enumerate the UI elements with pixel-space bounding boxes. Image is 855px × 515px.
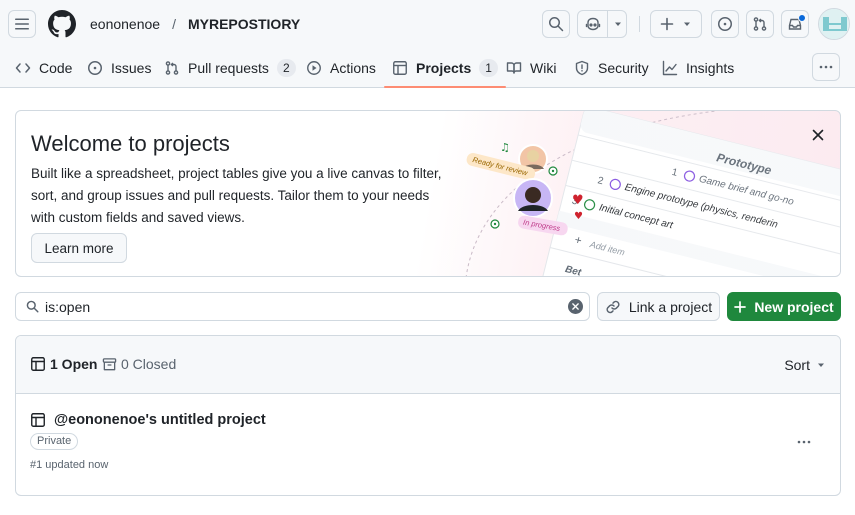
plus-icon bbox=[660, 17, 674, 31]
triangle-down-icon bbox=[615, 22, 621, 26]
table-icon bbox=[393, 60, 407, 75]
link-icon bbox=[606, 300, 620, 313]
tab-projects[interactable]: Projects 1 bbox=[384, 48, 506, 88]
tab-issues-label: Issues bbox=[111, 59, 152, 76]
tab-security-label: Security bbox=[598, 59, 649, 76]
tab-code-label: Code bbox=[39, 59, 73, 76]
pull-requests-button[interactable] bbox=[746, 10, 774, 38]
projects-count: 1 bbox=[479, 58, 498, 77]
new-project-button[interactable]: New project bbox=[727, 292, 841, 321]
code-icon bbox=[15, 62, 31, 73]
kebab-icon bbox=[797, 440, 811, 444]
project-title-link[interactable]: @eononenoe's untitled project bbox=[30, 412, 266, 428]
repo-name-link[interactable]: MYREPOSTIORY bbox=[188, 16, 300, 32]
tab-actions[interactable]: Actions bbox=[306, 48, 376, 87]
closed-count-label: 0 Closed bbox=[121, 356, 177, 372]
book-icon bbox=[506, 61, 522, 74]
create-new-button[interactable] bbox=[650, 10, 702, 38]
closed-projects-filter[interactable]: 0 Closed bbox=[102, 356, 176, 372]
kebab-icon bbox=[819, 65, 833, 69]
plus-icon bbox=[734, 300, 747, 313]
search-button[interactable] bbox=[542, 10, 570, 38]
tab-actions-label: Actions bbox=[330, 59, 376, 76]
close-icon bbox=[812, 129, 824, 141]
search-icon bbox=[549, 17, 564, 32]
project-options-button[interactable] bbox=[796, 434, 812, 450]
projects-illustration: Prototype 1 Game brief and go-no 2 Engin… bbox=[436, 111, 840, 276]
github-logo-icon bbox=[48, 10, 76, 38]
issue-icon bbox=[718, 17, 732, 31]
project-list: 1 Open 0 Closed Sort @eononenoe's untitl… bbox=[15, 335, 841, 496]
close-icon bbox=[572, 303, 579, 310]
graph-icon bbox=[662, 60, 678, 75]
link-project-button[interactable]: Link a project bbox=[597, 292, 720, 321]
hamburger-icon bbox=[15, 18, 29, 30]
issues-button[interactable] bbox=[711, 10, 739, 38]
project-list-header: 1 Open 0 Closed Sort bbox=[16, 336, 840, 394]
triangle-down-icon bbox=[818, 363, 824, 367]
table-icon bbox=[31, 413, 45, 427]
new-project-label: New project bbox=[754, 298, 834, 315]
illus-heart-icon: ♥ bbox=[572, 193, 584, 208]
avatar[interactable] bbox=[818, 8, 850, 40]
pull-request-icon bbox=[753, 17, 767, 31]
pull-request-icon bbox=[165, 60, 179, 75]
top-header: eononenoe / MYREPOSTIORY bbox=[0, 0, 855, 48]
banner-title: Welcome to projects bbox=[31, 131, 230, 156]
notification-indicator bbox=[798, 14, 806, 22]
link-project-label: Link a project bbox=[628, 298, 713, 315]
github-home-link[interactable] bbox=[48, 10, 76, 38]
list-item: @eononenoe's untitled project Private #1… bbox=[16, 394, 840, 495]
table-icon bbox=[31, 357, 45, 371]
search-icon bbox=[26, 300, 39, 313]
copilot-button[interactable] bbox=[577, 10, 627, 38]
copilot-icon bbox=[585, 17, 600, 31]
tab-insights[interactable]: Insights bbox=[662, 48, 734, 87]
project-meta: #1 updated now bbox=[30, 459, 109, 471]
illus-heart-icon: ♥ bbox=[574, 211, 583, 222]
learn-more-button[interactable]: Learn more bbox=[31, 233, 127, 263]
illus-music-icon: ♫ bbox=[500, 141, 510, 154]
visibility-badge: Private bbox=[30, 433, 79, 450]
repo-owner-link[interactable]: eononenoe bbox=[90, 16, 160, 32]
tab-pull-requests-label: Pull requests bbox=[188, 59, 269, 76]
issue-icon bbox=[88, 60, 102, 75]
tab-wiki-label: Wiki bbox=[530, 59, 557, 76]
banner-description: Built like a spreadsheet, project tables… bbox=[31, 166, 442, 225]
tab-insights-label: Insights bbox=[686, 59, 735, 76]
tab-wiki[interactable]: Wiki bbox=[506, 48, 556, 87]
more-tabs-button[interactable] bbox=[812, 53, 840, 81]
search-query-text: is:open bbox=[45, 299, 91, 315]
project-title: @eononenoe's untitled project bbox=[54, 412, 266, 428]
path-separator: / bbox=[172, 16, 176, 32]
archive-icon bbox=[102, 357, 117, 370]
header-divider bbox=[639, 16, 640, 32]
open-projects-filter[interactable]: 1 Open bbox=[30, 356, 97, 372]
welcome-banner: Welcome to projects Built like a spreads… bbox=[15, 110, 841, 277]
close-banner-button[interactable] bbox=[808, 125, 828, 145]
repo-breadcrumb: eononenoe / MYREPOSTIORY bbox=[90, 16, 300, 32]
tab-projects-label: Projects bbox=[416, 59, 472, 76]
repo-navigation: Code Issues Pull requests 2 Actions Proj… bbox=[0, 48, 855, 88]
shield-icon bbox=[575, 60, 589, 75]
clear-search-button[interactable] bbox=[568, 299, 583, 314]
inbox-button[interactable] bbox=[781, 10, 809, 38]
triangle-down-icon bbox=[684, 22, 690, 26]
menu-button[interactable] bbox=[8, 10, 36, 38]
tab-security[interactable]: Security bbox=[574, 48, 649, 87]
tab-issues[interactable]: Issues bbox=[87, 48, 151, 87]
play-icon bbox=[307, 60, 321, 75]
tab-pull-requests[interactable]: Pull requests 2 bbox=[164, 48, 296, 87]
sort-label: Sort bbox=[784, 357, 810, 373]
open-count-label: 1 Open bbox=[50, 356, 98, 372]
tab-code[interactable]: Code bbox=[15, 48, 72, 87]
sort-dropdown[interactable]: Sort bbox=[784, 357, 826, 373]
pull-requests-count: 2 bbox=[276, 58, 296, 77]
project-search-input[interactable]: is:open bbox=[15, 292, 590, 321]
